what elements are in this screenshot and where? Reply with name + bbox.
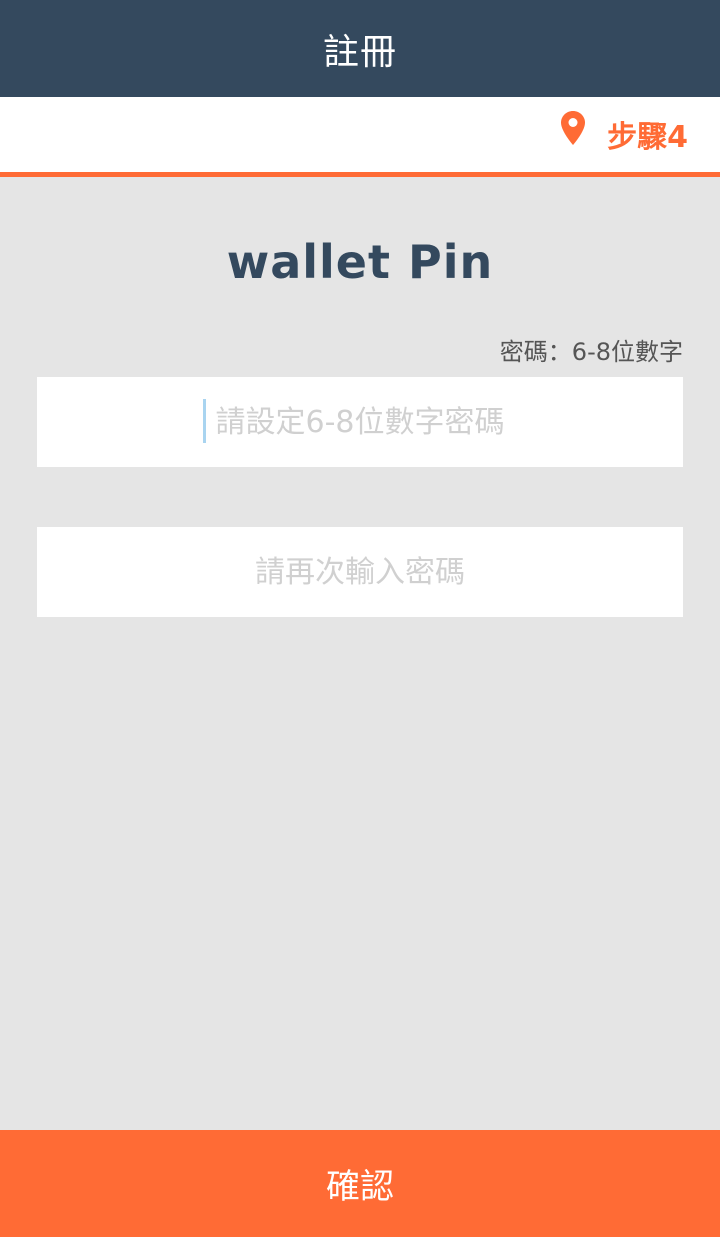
registration-screen: 註冊 步驟4 wallet Pin 密碼：6-8位數字 確認 [0,0,720,1237]
step-bar: 步驟4 [0,97,720,177]
logo-text: wallet Pin [226,235,494,289]
map-pin-icon [561,111,586,145]
password-hint: 密碼：6-8位數字 [499,338,683,366]
app-header: 註冊 [0,0,720,97]
text-cursor [203,399,206,443]
wallet-pin-logo: wallet Pin [0,235,720,289]
password-input[interactable] [37,377,683,467]
confirm-password-input[interactable] [37,527,683,617]
page-title: 註冊 [322,31,397,73]
confirm-button[interactable]: 確認 [0,1130,720,1237]
step-indicator: 步驟4 [561,111,688,157]
step-label: 步驟4 [607,120,688,155]
